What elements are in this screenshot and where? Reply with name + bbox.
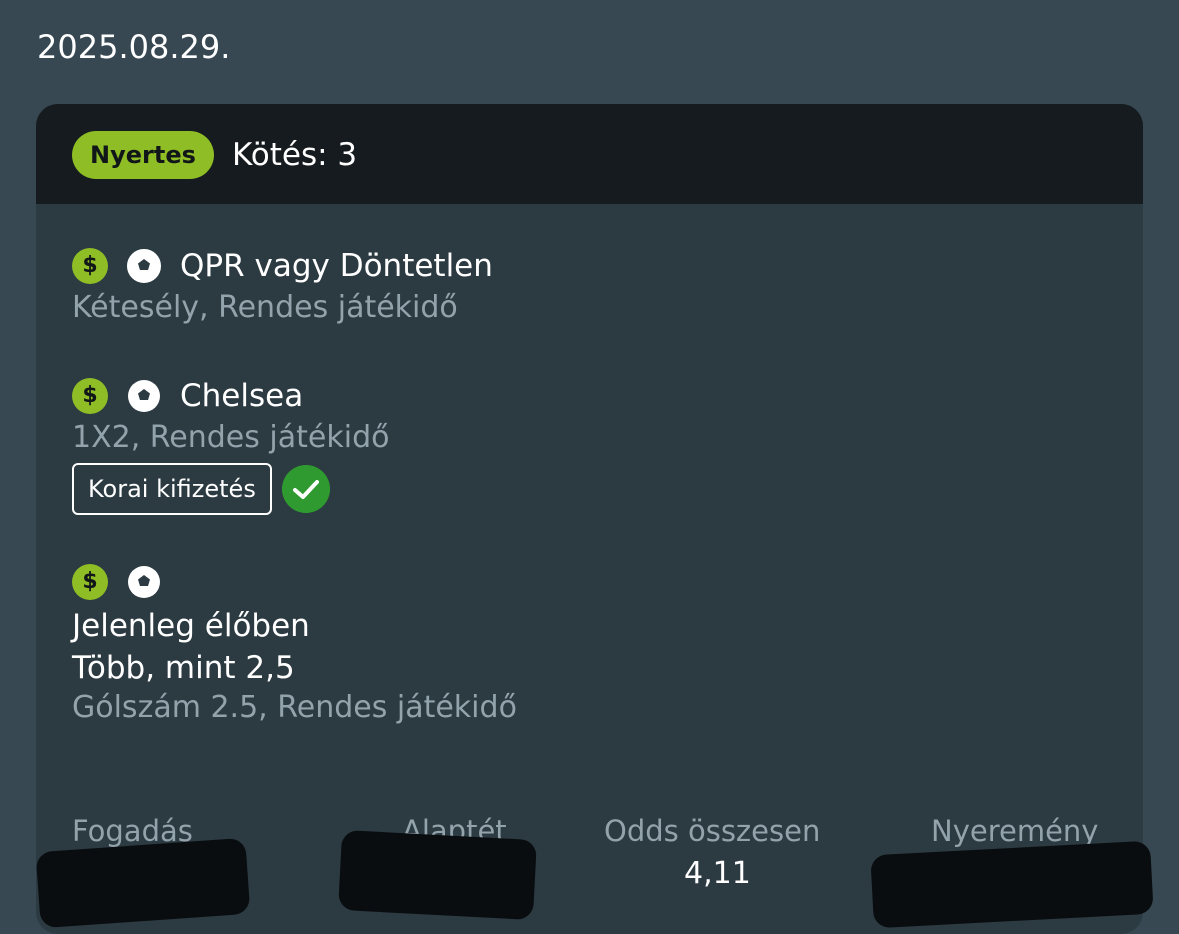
bet-card[interactable]: Nyertes Kötés: 3 $ QPR vagy Döntetlen Ké… xyxy=(36,104,1143,934)
dollar-icon: $ xyxy=(72,564,108,600)
selection-name: Chelsea xyxy=(180,378,304,414)
live-status: Jelenleg élőben xyxy=(72,608,310,644)
date-heading: 2025.08.29. xyxy=(37,28,231,66)
selection-item: $ Chelsea 1X2, Rendes játékidő Korai kif… xyxy=(72,376,389,515)
check-icon xyxy=(281,465,330,513)
soccer-ball-icon xyxy=(128,566,160,598)
bet-card-header: Nyertes Kötés: 3 xyxy=(36,104,1143,204)
soccer-ball-icon xyxy=(128,380,160,412)
selection-market: Kétesély, Rendes játékidő xyxy=(72,290,458,325)
selection-market: Gólszám 2.5, Rendes játékidő xyxy=(72,690,517,725)
selection-name: Több, mint 2,5 xyxy=(72,650,295,686)
selection-market: 1X2, Rendes játékidő xyxy=(72,420,390,455)
soccer-ball-icon xyxy=(127,249,161,283)
total-odds-value: 4,11 xyxy=(684,856,751,891)
winnings-label: Nyeremény xyxy=(931,814,1099,848)
selection-item: $ QPR vagy Döntetlen Kétesély, Rendes já… xyxy=(72,246,493,325)
status-badge: Nyertes xyxy=(72,131,214,179)
redaction-mark xyxy=(35,837,251,929)
redaction-mark xyxy=(338,829,537,921)
redaction-mark xyxy=(870,840,1154,929)
total-odds-label: Odds összesen xyxy=(604,814,821,848)
bet-count: Kötés: 3 xyxy=(232,137,358,173)
selection-name: QPR vagy Döntetlen xyxy=(180,248,493,284)
dollar-icon: $ xyxy=(72,378,108,414)
early-payout-tag[interactable]: Korai kifizetés xyxy=(72,463,272,515)
selection-item: $ Jelenleg élőben Több, mint 2,5 Gólszám… xyxy=(72,562,517,725)
dollar-icon: $ xyxy=(72,248,108,284)
